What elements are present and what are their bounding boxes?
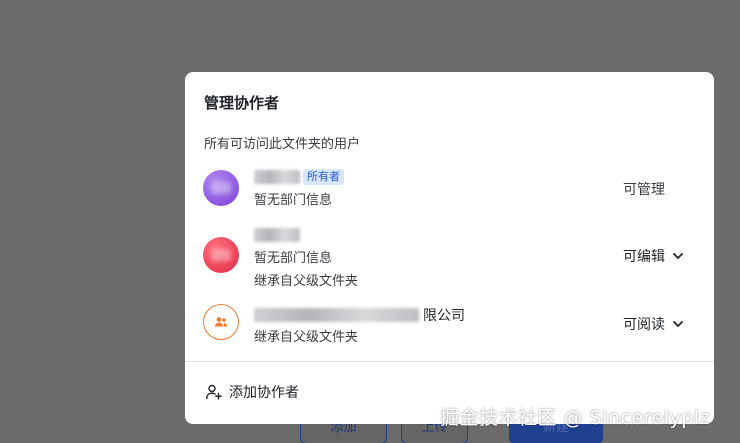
member-name-suffix: 限公司 <box>423 308 465 324</box>
avatar <box>203 237 239 273</box>
member-inherit-note: 继承自父级文件夹 <box>254 330 359 345</box>
owner-badge: 所有者 <box>303 169 344 185</box>
permission-label: 可管理 <box>623 179 665 199</box>
member-name-redacted <box>254 170 300 184</box>
divider <box>185 361 714 362</box>
avatar <box>203 304 239 340</box>
avatar <box>203 170 239 206</box>
permission-dropdown[interactable]: 可阅读 <box>623 314 685 334</box>
permission-text: 可阅读 <box>623 317 665 333</box>
member-name-redacted <box>254 308 419 322</box>
permission-text: 可管理 <box>623 182 665 198</box>
member-inherit-note: 继承自父级文件夹 <box>254 274 359 289</box>
user-group-icon <box>215 317 227 327</box>
chevron-down-icon <box>673 253 683 259</box>
permission-dropdown[interactable]: 可编辑 <box>623 246 685 266</box>
member-name-redacted <box>254 228 300 242</box>
dialog-title: 管理协作者 <box>204 94 280 112</box>
dialog-subtitle: 所有可访问此文件夹的用户 <box>204 137 361 152</box>
chevron-down-icon <box>673 321 683 327</box>
manage-collaborators-dialog: 管理协作者 所有可访问此文件夹的用户 所有者 暂无部门信息 可管理 暂无部门信息… <box>185 72 714 424</box>
add-collaborator-label: 添加协作者 <box>229 385 299 401</box>
member-dept: 暂无部门信息 <box>254 251 333 266</box>
add-collaborator-button[interactable]: 添加协作者 <box>205 382 299 402</box>
member-dept: 暂无部门信息 <box>254 193 333 208</box>
add-user-icon <box>206 384 222 400</box>
permission-text: 可编辑 <box>623 249 665 265</box>
watermark: 掘金技术社区 @ Sincerelyplz <box>440 407 711 429</box>
